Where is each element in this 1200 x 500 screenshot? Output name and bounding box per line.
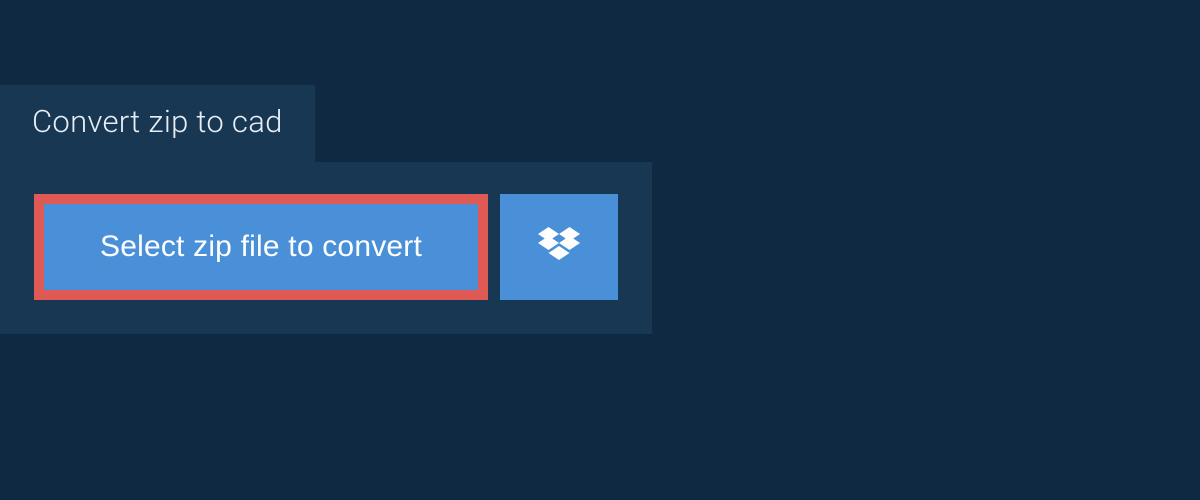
dropbox-icon [538,227,580,268]
dropbox-button[interactable] [500,194,618,300]
tab-convert[interactable]: Convert zip to cad [0,85,315,162]
select-file-button[interactable]: Select zip file to convert [34,194,488,300]
upload-panel: Select zip file to convert [0,162,652,334]
